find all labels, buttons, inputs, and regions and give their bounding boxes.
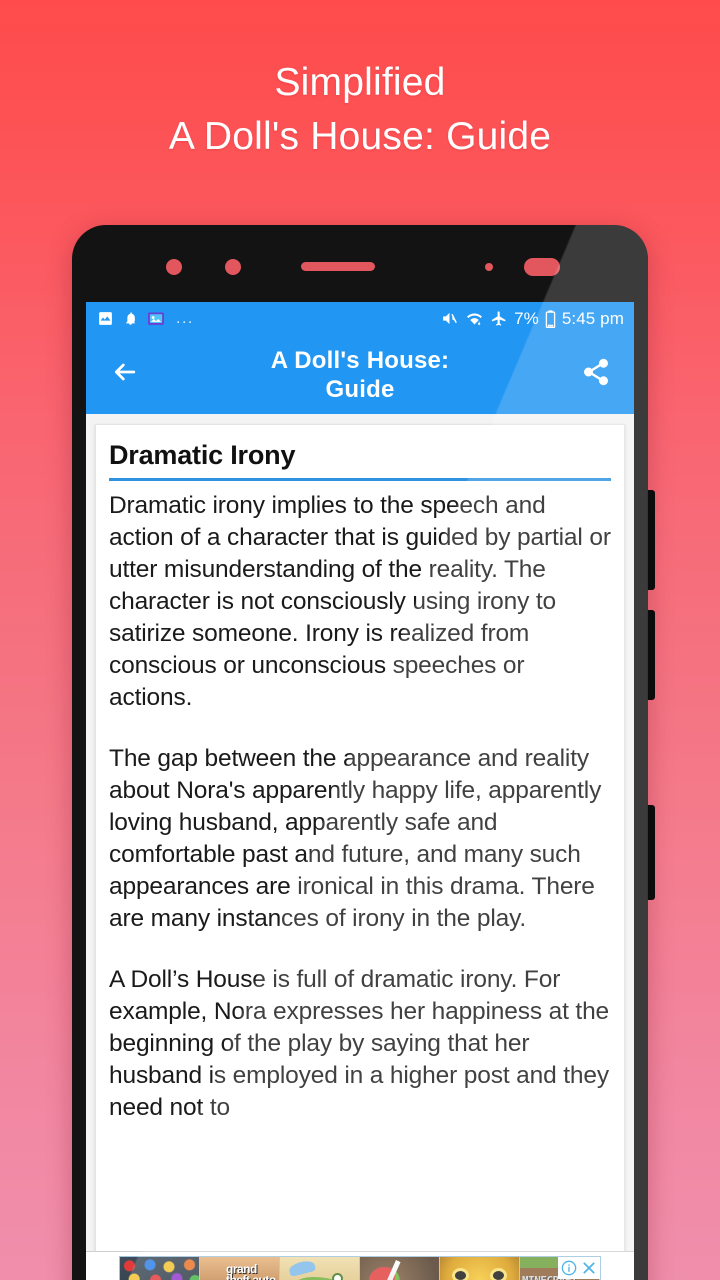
phone-screen: ... 7% 5:45 pm A Doll's House: Guide Dra… bbox=[86, 302, 634, 1280]
phone-top-bezel bbox=[72, 225, 648, 302]
light-sensor-icon bbox=[225, 259, 241, 275]
android-status-bar: ... 7% 5:45 pm bbox=[86, 302, 634, 335]
image-icon bbox=[97, 310, 114, 327]
title-underline-divider bbox=[109, 478, 611, 481]
proximity-sensor-icon bbox=[166, 259, 182, 275]
content-area[interactable]: Dramatic Irony Dramatic irony implies to… bbox=[86, 414, 634, 1280]
ad-tile-fruit-ninja[interactable]: 3D Games bbox=[360, 1256, 440, 1280]
article-title: Dramatic Irony bbox=[109, 440, 296, 470]
notification-overflow-icon: ... bbox=[176, 309, 194, 327]
led-indicator-icon bbox=[485, 263, 493, 271]
power-button[interactable] bbox=[647, 805, 655, 900]
phone-mockup: ... 7% 5:45 pm A Doll's House: Guide Dra… bbox=[72, 225, 655, 1280]
crocodile-eye-icon bbox=[332, 1272, 343, 1280]
article-card: Dramatic Irony Dramatic irony implies to… bbox=[95, 424, 625, 1280]
promo-line-1: Simplified bbox=[274, 61, 446, 104]
app-bar-title-line-1: A Doll's House: bbox=[270, 346, 450, 374]
article-paragraph: A Doll’s House is full of dramatic irony… bbox=[109, 966, 610, 1121]
promo-line-2: A Doll's House: Guide bbox=[168, 115, 552, 158]
article-paragraph: The gap between the appearance and reali… bbox=[109, 745, 602, 932]
ad-tile-grand-theft-auto[interactable]: grand theft auto bbox=[200, 1256, 280, 1280]
app-bar-title-line-2: Guide bbox=[325, 375, 395, 403]
ad-tile-temple-run[interactable] bbox=[440, 1256, 520, 1280]
front-camera-icon bbox=[524, 258, 560, 276]
back-arrow-icon bbox=[108, 358, 141, 391]
battery-icon bbox=[545, 309, 556, 328]
idol-right-eye-icon bbox=[490, 1267, 507, 1280]
volume-up-button[interactable] bbox=[647, 490, 655, 590]
battery-percent-label: 7% bbox=[514, 308, 539, 328]
mute-vibrate-icon bbox=[440, 310, 459, 327]
ad-tile-label: grand theft auto bbox=[226, 1261, 276, 1280]
ad-banner[interactable]: grand theft auto 3D Games bbox=[86, 1251, 634, 1280]
article-paragraph: Dramatic irony implies to the speech and… bbox=[109, 492, 611, 711]
earpiece-speaker bbox=[301, 262, 375, 271]
share-icon bbox=[580, 357, 612, 392]
article-body: Dramatic irony implies to the speech and… bbox=[109, 490, 611, 1124]
clock-label: 5:45 pm bbox=[561, 308, 624, 328]
wifi-icon bbox=[465, 310, 484, 327]
ad-controls bbox=[558, 1256, 600, 1279]
ad-close-icon[interactable] bbox=[580, 1259, 598, 1277]
ad-info-icon[interactable] bbox=[560, 1259, 578, 1277]
ad-tile-candy-crush[interactable] bbox=[120, 1256, 200, 1280]
status-notification-icons: ... bbox=[97, 310, 194, 328]
volume-down-button[interactable] bbox=[647, 610, 655, 700]
idol-left-eye-icon bbox=[452, 1267, 469, 1280]
message-icon bbox=[147, 311, 165, 327]
ad-tile-swampy-crocodile[interactable] bbox=[280, 1256, 360, 1280]
airplane-mode-icon bbox=[490, 310, 508, 327]
app-bar-title: A Doll's House: Guide bbox=[146, 346, 574, 404]
back-button[interactable] bbox=[102, 353, 146, 397]
status-system-icons: 7% 5:45 pm bbox=[440, 309, 624, 329]
bell-icon bbox=[123, 310, 138, 327]
promo-headline: Simplified A Doll's House: Guide bbox=[0, 56, 720, 164]
pipe-icon bbox=[287, 1258, 317, 1277]
share-button[interactable] bbox=[574, 353, 618, 397]
ad-tile-strip[interactable]: grand theft auto 3D Games bbox=[119, 1255, 601, 1280]
app-bar: A Doll's House: Guide bbox=[86, 335, 634, 414]
